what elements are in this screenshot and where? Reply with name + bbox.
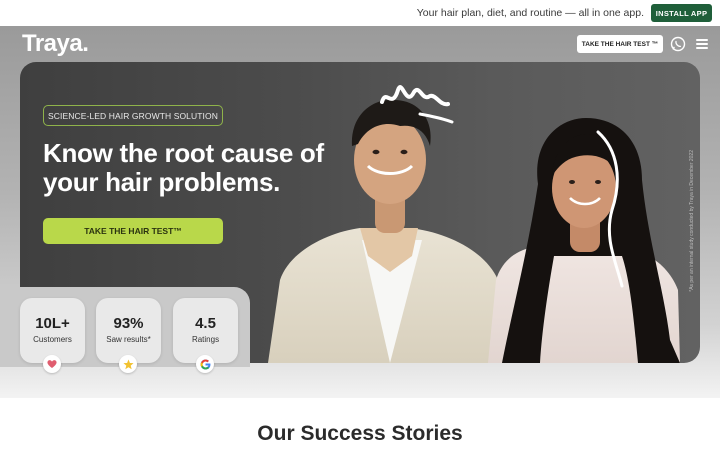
- stat-value: 4.5: [195, 315, 216, 332]
- nav-hair-test-button[interactable]: TAKE THE HAIR TEST ™: [577, 35, 663, 53]
- hero-headline: Know the root cause of your hair problem…: [43, 138, 324, 197]
- stat-label: Saw results*: [106, 335, 151, 344]
- stat-label: Ratings: [191, 335, 220, 344]
- stat-card-results: 93% Saw results*: [96, 298, 161, 363]
- hero-tag-badge: SCIENCE-LED HAIR GROWTH SOLUTION: [43, 105, 223, 126]
- stat-value: 93%: [113, 315, 144, 332]
- hamburger-menu-icon[interactable]: [696, 39, 708, 49]
- stat-value: 10L+: [35, 315, 70, 332]
- hero-hair-test-button[interactable]: TAKE THE HAIR TEST™: [43, 218, 223, 244]
- promo-bar: Your hair plan, diet, and routine — all …: [0, 0, 720, 26]
- star-icon: [119, 355, 137, 373]
- google-icon: [196, 355, 214, 373]
- whatsapp-icon[interactable]: [670, 36, 686, 52]
- stat-label: Customers: [33, 335, 72, 344]
- hero-people-image: [268, 85, 680, 363]
- stat-card-customers: 10L+ Customers: [20, 298, 85, 363]
- stat-card-ratings: 4.5 Ratings: [173, 298, 238, 363]
- traya-logo[interactable]: Traya.: [22, 30, 89, 58]
- heart-icon: [43, 355, 61, 373]
- success-stories-title: Our Success Stories: [257, 422, 463, 445]
- hero-disclaimer: *As per an internal study conducted by T…: [689, 150, 695, 292]
- promo-text: Your hair plan, diet, and routine — all …: [416, 7, 644, 19]
- install-app-button[interactable]: INSTALL APP: [651, 4, 712, 22]
